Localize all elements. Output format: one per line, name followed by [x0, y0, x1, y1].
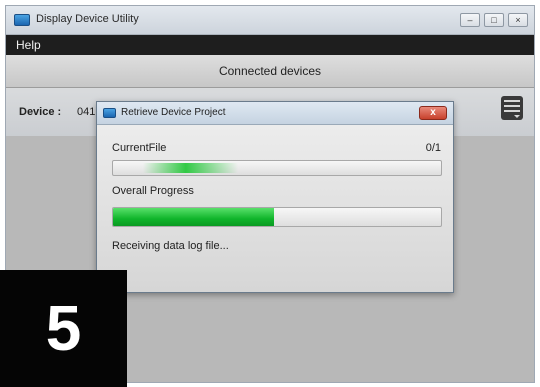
connected-devices-header: Connected devices — [6, 55, 534, 88]
overall-progress-fill — [113, 208, 274, 226]
device-label: Device : — [19, 106, 62, 118]
dialog-title-bar[interactable]: Retrieve Device Project x — [97, 102, 453, 125]
dropdown-arrow-icon — [514, 115, 520, 118]
menu-bar: Help — [6, 35, 534, 55]
window-title: Display Device Utility — [36, 13, 139, 25]
current-file-label: CurrentFile — [112, 142, 167, 154]
menu-help[interactable]: Help — [16, 38, 41, 52]
dialog-app-icon — [103, 108, 116, 118]
dialog-content: CurrentFile 0/1 Overall Progress Receivi… — [97, 125, 453, 292]
minimize-button[interactable]: – — [460, 13, 480, 27]
current-file-count: 0/1 — [425, 142, 441, 154]
close-button[interactable]: × — [508, 13, 528, 27]
current-file-progress-bar — [112, 160, 442, 176]
title-bar[interactable]: Display Device Utility – □ × — [6, 6, 534, 35]
app-icon — [14, 14, 30, 26]
step-number-badge: 5 — [0, 270, 127, 387]
retrieve-device-project-dialog: Retrieve Device Project x CurrentFile 0/… — [96, 101, 454, 293]
device-id: 041 — [77, 106, 96, 118]
hamburger-menu-icon[interactable] — [501, 96, 523, 120]
overall-progress-bar — [112, 207, 442, 227]
progress-marquee — [143, 163, 238, 173]
overall-progress-label: Overall Progress — [112, 185, 194, 197]
dialog-title: Retrieve Device Project — [121, 107, 226, 118]
status-text: Receiving data log file... — [112, 240, 229, 252]
dialog-close-button[interactable]: x — [419, 106, 447, 120]
maximize-button[interactable]: □ — [484, 13, 504, 27]
